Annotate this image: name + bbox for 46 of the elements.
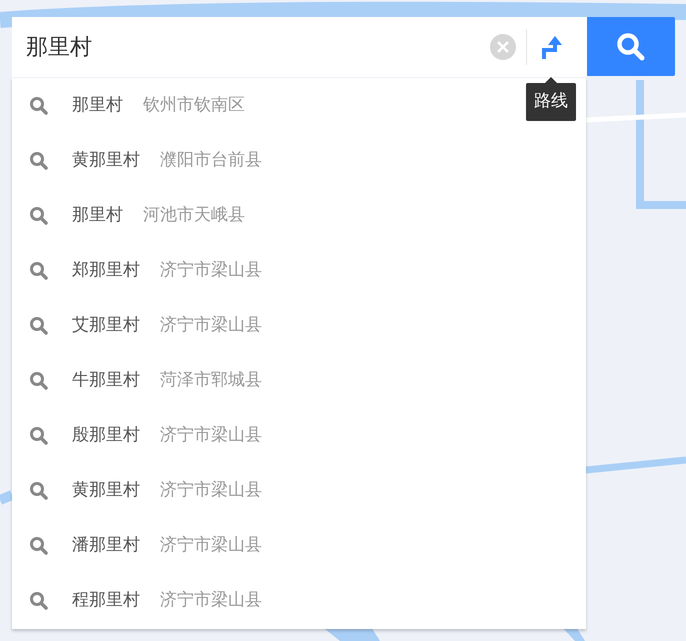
place-region: 济宁市梁山县 [160, 258, 262, 282]
search-icon [29, 206, 48, 225]
suggestion-item[interactable]: 殷那里村 济宁市梁山县 [12, 408, 517, 463]
place-region: 济宁市梁山县 [160, 314, 262, 337]
place-region: 济宁市梁山县 [160, 534, 262, 557]
place-name: 潘那里村 [72, 534, 140, 557]
search-icon [29, 151, 48, 170]
search-icon [29, 371, 48, 390]
search-icon [29, 591, 48, 610]
place-region: 钦州市钦南区 [143, 94, 245, 117]
search-icon [29, 316, 48, 335]
search-icon [29, 481, 48, 500]
place-region: 河池市天峨县 [143, 204, 245, 227]
place-name: 黄那里村 [72, 148, 140, 172]
route-tooltip: 路线 [526, 83, 576, 120]
suggestion-item[interactable]: 那里村 钦州市钦南区 [12, 78, 517, 133]
place-name: 郑那里村 [72, 258, 140, 282]
search-button[interactable] [587, 17, 675, 76]
place-name: 那里村 [72, 204, 123, 227]
suggestion-item[interactable]: 那里村 河池市天峨县 [12, 188, 517, 243]
search-icon [29, 261, 48, 280]
place-region: 济宁市梁山县 [160, 588, 262, 612]
place-name: 牛那里村 [72, 368, 140, 392]
place-region: 济宁市梁山县 [160, 424, 262, 447]
place-region: 濮阳市台前县 [160, 148, 262, 172]
route-icon [539, 34, 565, 60]
search-icon [29, 536, 48, 555]
suggestion-item[interactable]: 郑那里村 济宁市梁山县 [12, 243, 517, 298]
place-name: 艾那里村 [72, 314, 140, 337]
suggestion-item[interactable]: 牛那里村 菏泽市郓城县 [12, 353, 517, 408]
place-name: 那里村 [72, 94, 123, 117]
search-icon [29, 96, 48, 115]
search-input: 那里村 [26, 30, 490, 64]
suggestion-item[interactable]: 艾那里村 济宁市梁山县 [12, 298, 517, 353]
place-name: 黄那里村 [72, 478, 140, 502]
suggestion-item[interactable]: 程那里村 济宁市梁山县 [12, 573, 517, 628]
place-name: 程那里村 [72, 588, 140, 612]
search-field[interactable]: 那里村 [12, 17, 587, 77]
place-region: 济宁市梁山县 [160, 478, 262, 502]
search-icon [616, 32, 646, 62]
place-name: 殷那里村 [72, 424, 140, 447]
suggestion-item[interactable]: 黄那里村 济宁市梁山县 [12, 463, 517, 518]
suggestion-item[interactable]: 黄那里村 濮阳市台前县 [12, 133, 517, 188]
place-region: 菏泽市郓城县 [160, 368, 262, 392]
suggestion-item[interactable]: 潘那里村 济宁市梁山县 [12, 518, 517, 573]
search-icon [29, 426, 48, 445]
